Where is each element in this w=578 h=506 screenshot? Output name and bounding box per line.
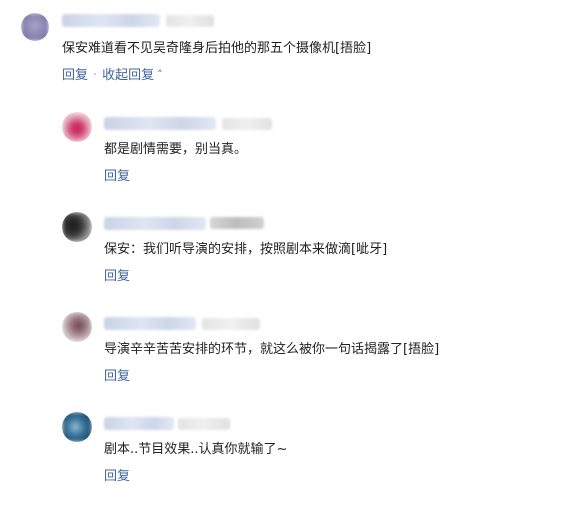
username-blurred[interactable]	[104, 317, 196, 330]
comment-text: 保安难道看不见吴奇隆身后拍他的那五个摄像机[捂脸]	[62, 41, 372, 56]
avatar[interactable]	[62, 312, 92, 342]
username-blurred[interactable]	[104, 117, 216, 130]
collapse-replies-button[interactable]: 收起回复 ˄	[102, 68, 163, 83]
timestamp-blurred	[178, 418, 230, 430]
reply-button[interactable]: 回复	[104, 469, 130, 484]
top-comment: 保安难道看不见吴奇隆身后拍他的那五个摄像机[捂脸] 回复 · 收起回复 ˄	[0, 0, 578, 90]
reply-text: 剧本..节目效果..认真你就输了~	[104, 442, 288, 457]
chevron-up-icon: ˄	[157, 68, 163, 81]
timestamp-blurred	[222, 118, 272, 130]
comment-actions: 回复 · 收起回复 ˄	[62, 67, 163, 85]
avatar[interactable]	[62, 212, 92, 242]
reply-text: 都是剧情需要，别当真。	[104, 142, 248, 157]
reply-actions: 回复	[104, 368, 130, 386]
timestamp-blurred	[166, 15, 214, 27]
reply-button[interactable]: 回复	[62, 68, 88, 83]
collapse-replies-label: 收起回复	[102, 68, 155, 83]
reply-button[interactable]: 回复	[104, 169, 130, 184]
action-separator: ·	[93, 68, 98, 83]
avatar[interactable]	[21, 13, 49, 41]
timestamp-blurred	[210, 217, 264, 229]
username-blurred[interactable]	[62, 14, 160, 27]
username-blurred[interactable]	[104, 217, 206, 230]
timestamp-blurred	[202, 318, 260, 330]
reply-button[interactable]: 回复	[104, 369, 130, 384]
username-blurred[interactable]	[104, 417, 174, 430]
avatar[interactable]	[62, 112, 92, 142]
reply-actions: 回复	[104, 268, 130, 286]
avatar[interactable]	[62, 412, 92, 442]
reply-actions: 回复	[104, 468, 130, 486]
reply-text: 导演辛辛苦苦安排的环节，就这么被你一句话揭露了[捂脸]	[104, 342, 440, 357]
reply-actions: 回复	[104, 168, 130, 186]
reply-text: 保安：我们听导演的安排，按照剧本来做滴[呲牙]	[104, 242, 388, 257]
reply-button[interactable]: 回复	[104, 269, 130, 284]
